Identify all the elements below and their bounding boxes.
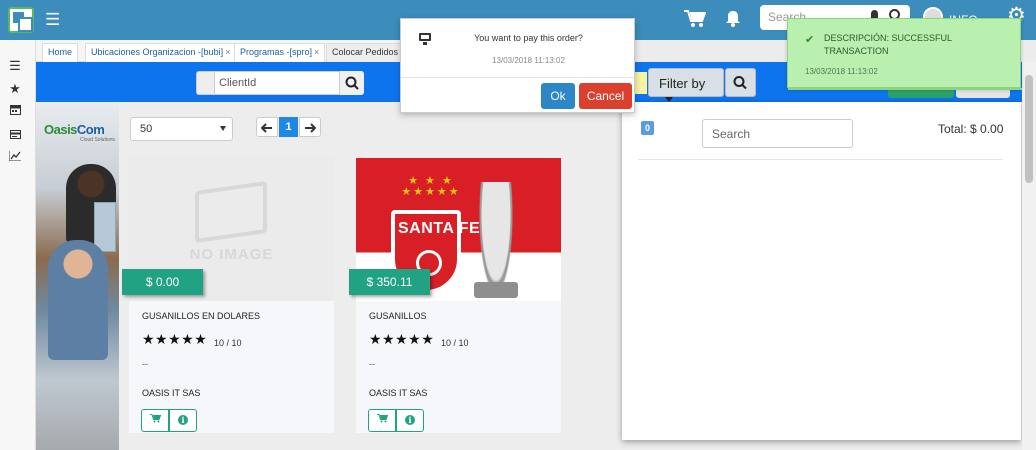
page-number[interactable]: 1 (279, 117, 298, 137)
tab-programas[interactable]: Programas -[spro] × (234, 43, 326, 62)
divider (638, 159, 1003, 160)
tab-colocar-pedidos[interactable]: Colocar Pedidos (326, 43, 405, 62)
banner-photo-man (48, 240, 108, 360)
filter-by-dropdown[interactable]: Filter by (648, 68, 724, 103)
dialog-timestamp: 13/03/2018 11:13:02 (492, 56, 565, 65)
trophy-icon (478, 182, 514, 298)
company-name: OASIS IT SAS (142, 388, 201, 398)
toast-timestamp: 13/03/2018 11:13:02 (805, 67, 878, 76)
brand-tagline: Cloud Solutions (80, 137, 116, 143)
no-image-text: NO IMAGE (189, 246, 274, 263)
shopping-cart-icon[interactable] (684, 10, 707, 31)
dialog-message: You want to pay this order? (474, 33, 583, 43)
cart-count-badge: 0 (641, 121, 654, 135)
brand-logo: OasisCom (44, 122, 105, 137)
add-to-cart-button[interactable] (141, 409, 169, 432)
tab-label: Ubicaciones Organizacion -[bubi] (91, 47, 224, 57)
tab-label: Colocar Pedidos (332, 47, 399, 57)
star-rating: ★★★★★ (369, 331, 435, 347)
close-icon[interactable]: × (314, 47, 319, 57)
filter-by-label: Filter by (659, 76, 706, 91)
add-to-cart-button[interactable] (368, 409, 396, 432)
tab-label: Home (48, 47, 73, 57)
rating-text: 10 / 10 (214, 338, 242, 348)
promo-banner: OasisCom Cloud Solutions (36, 102, 119, 450)
price-tag: $ 350.11 (349, 269, 430, 295)
menu-toggle-icon[interactable]: ☰ (45, 11, 60, 28)
filter-tag (634, 72, 647, 94)
scrollbar-thumb[interactable] (1025, 75, 1033, 183)
cart-icon (149, 414, 161, 423)
check-icon: ✔ (805, 34, 815, 46)
prev-page-button[interactable] (256, 117, 278, 137)
star-rating: ★★★★★ (142, 331, 208, 347)
product-card[interactable]: NO IMAGE $ 0.00 GUSANILLOS EN DOLARES ★★… (122, 158, 334, 433)
close-icon[interactable]: × (225, 47, 230, 57)
rating-text: 10 / 10 (441, 338, 469, 348)
product-extra: -- (369, 359, 375, 369)
banner-photo-screen (94, 202, 116, 252)
chevron-down-icon (220, 126, 226, 131)
calendar-icon[interactable] (8, 103, 22, 118)
cart-panel (622, 102, 1021, 440)
list-icon[interactable]: ☰ (8, 58, 22, 74)
confirm-payment-dialog: You want to pay this order? 13/03/2018 1… (400, 18, 635, 113)
bell-icon[interactable] (726, 10, 740, 32)
cancel-button[interactable]: Cancel (579, 83, 632, 109)
product-extra: -- (142, 359, 148, 369)
info-icon: i (405, 415, 415, 426)
tab-bar: Home Ubicaciones Organizacion -[bubi] × P… (36, 40, 405, 62)
product-name: GUSANILLOS (369, 311, 427, 321)
client-search-button[interactable] (339, 71, 364, 95)
divider (401, 77, 634, 78)
box-icon (195, 180, 267, 244)
toast-message: DESCRIPCIÓN: SUCCESSFUL TRANSACTION (824, 33, 952, 56)
client-id-placeholder: ClientId (219, 77, 257, 89)
product-name: GUSANILLOS EN DOLARES (142, 311, 261, 321)
page-size-select[interactable]: 50 (130, 117, 233, 141)
santa-fe-text: SANTA FE (398, 220, 481, 237)
trophy-base (474, 282, 518, 298)
tab-label: Programas -[spro] (240, 47, 313, 57)
product-card[interactable]: ★ ★ ★ ★★★★★ SANTA FE $ 350.11 GUSANILLOS … (349, 158, 561, 433)
cart-search-input[interactable]: Search (702, 119, 853, 148)
next-page-button[interactable] (299, 117, 321, 137)
product-info-button[interactable]: i (396, 409, 424, 432)
app-logo[interactable] (8, 7, 34, 33)
tab-ubicaciones[interactable]: Ubicaciones Organizacion -[bubi] × (85, 43, 237, 62)
side-navigation: ☰ ★ (0, 40, 36, 450)
info-icon: i (178, 415, 188, 426)
ok-button[interactable]: Ok (541, 83, 575, 109)
tab-home[interactable]: Home (42, 43, 79, 62)
input-addon (197, 72, 215, 94)
page-size-value: 50 (140, 123, 153, 135)
chart-line-icon[interactable] (8, 149, 22, 164)
stars-icon: ★ ★ ★ ★★★★★ (401, 175, 461, 198)
cart-total: Total: $ 0.00 (938, 122, 1004, 136)
success-toast[interactable]: ✔ DESCRIPCIÓN: SUCCESSFUL TRANSACTION 13… (787, 18, 1022, 90)
star-icon[interactable]: ★ (8, 81, 22, 97)
cart-icon (376, 414, 388, 423)
filter-search-button[interactable] (725, 68, 756, 97)
price-tag: $ 0.00 (122, 269, 203, 295)
product-info-button[interactable]: i (169, 409, 197, 432)
card-icon[interactable] (8, 127, 22, 142)
company-name: OASIS IT SAS (369, 388, 428, 398)
